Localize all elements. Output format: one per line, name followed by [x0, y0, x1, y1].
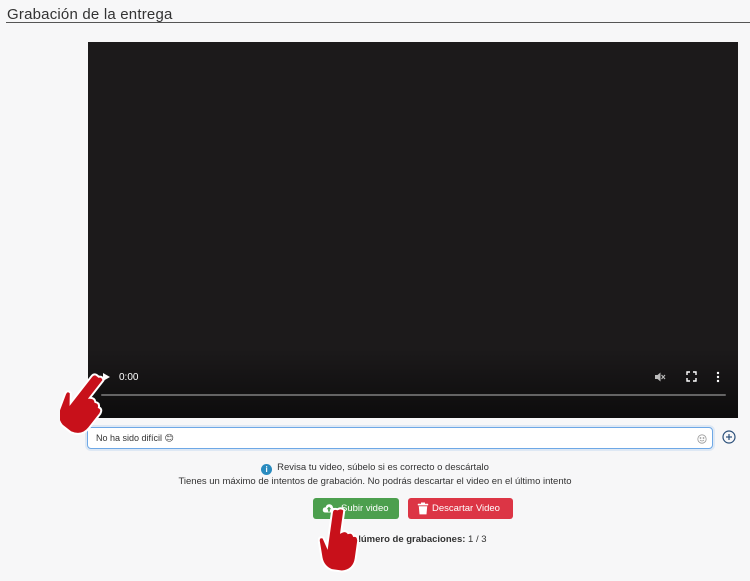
- trash-icon: [417, 502, 430, 515]
- pointing-hand-icon: [60, 373, 105, 435]
- plus-circle-icon[interactable]: [722, 430, 736, 444]
- video-controls-shade: [88, 348, 738, 418]
- info-icon: i: [261, 464, 273, 475]
- title-divider: [6, 22, 750, 23]
- recording-page: Grabación de la entrega 0:00 No ha sido …: [0, 0, 750, 581]
- volume-muted-icon[interactable]: [654, 371, 666, 386]
- info-message: i Revisa tu video, súbelo si es correcto …: [0, 462, 750, 475]
- discard-video-button[interactable]: Descartar Video: [408, 498, 513, 519]
- video-time: 0:00: [119, 372, 139, 383]
- video-player[interactable]: 0:00: [88, 42, 738, 418]
- attempts-note: Tienes un máximo de intentos de grabació…: [178, 476, 572, 487]
- pointing-hand-icon: [318, 507, 360, 573]
- emoji-icon[interactable]: [697, 431, 707, 444]
- fullscreen-icon[interactable]: [686, 371, 697, 385]
- recordings-count-label: Número de grabaciones:: [354, 534, 466, 545]
- comment-row: No ha sido difícil 😊: [84, 426, 736, 450]
- section-title: Grabación de la entrega: [7, 6, 173, 23]
- recordings-count: Número de grabaciones: 1 / 3: [354, 534, 487, 545]
- comment-input[interactable]: No ha sido difícil 😊: [87, 427, 713, 449]
- discard-video-label: Descartar Video: [432, 503, 500, 514]
- recordings-count-value: 1 / 3: [468, 534, 487, 545]
- video-progress-bar[interactable]: [101, 394, 726, 396]
- info-message-text: Revisa tu video, súbelo si es correcto o…: [277, 462, 489, 473]
- more-vertical-icon[interactable]: [716, 371, 720, 386]
- comment-input-value: No ha sido difícil 😊: [96, 433, 174, 443]
